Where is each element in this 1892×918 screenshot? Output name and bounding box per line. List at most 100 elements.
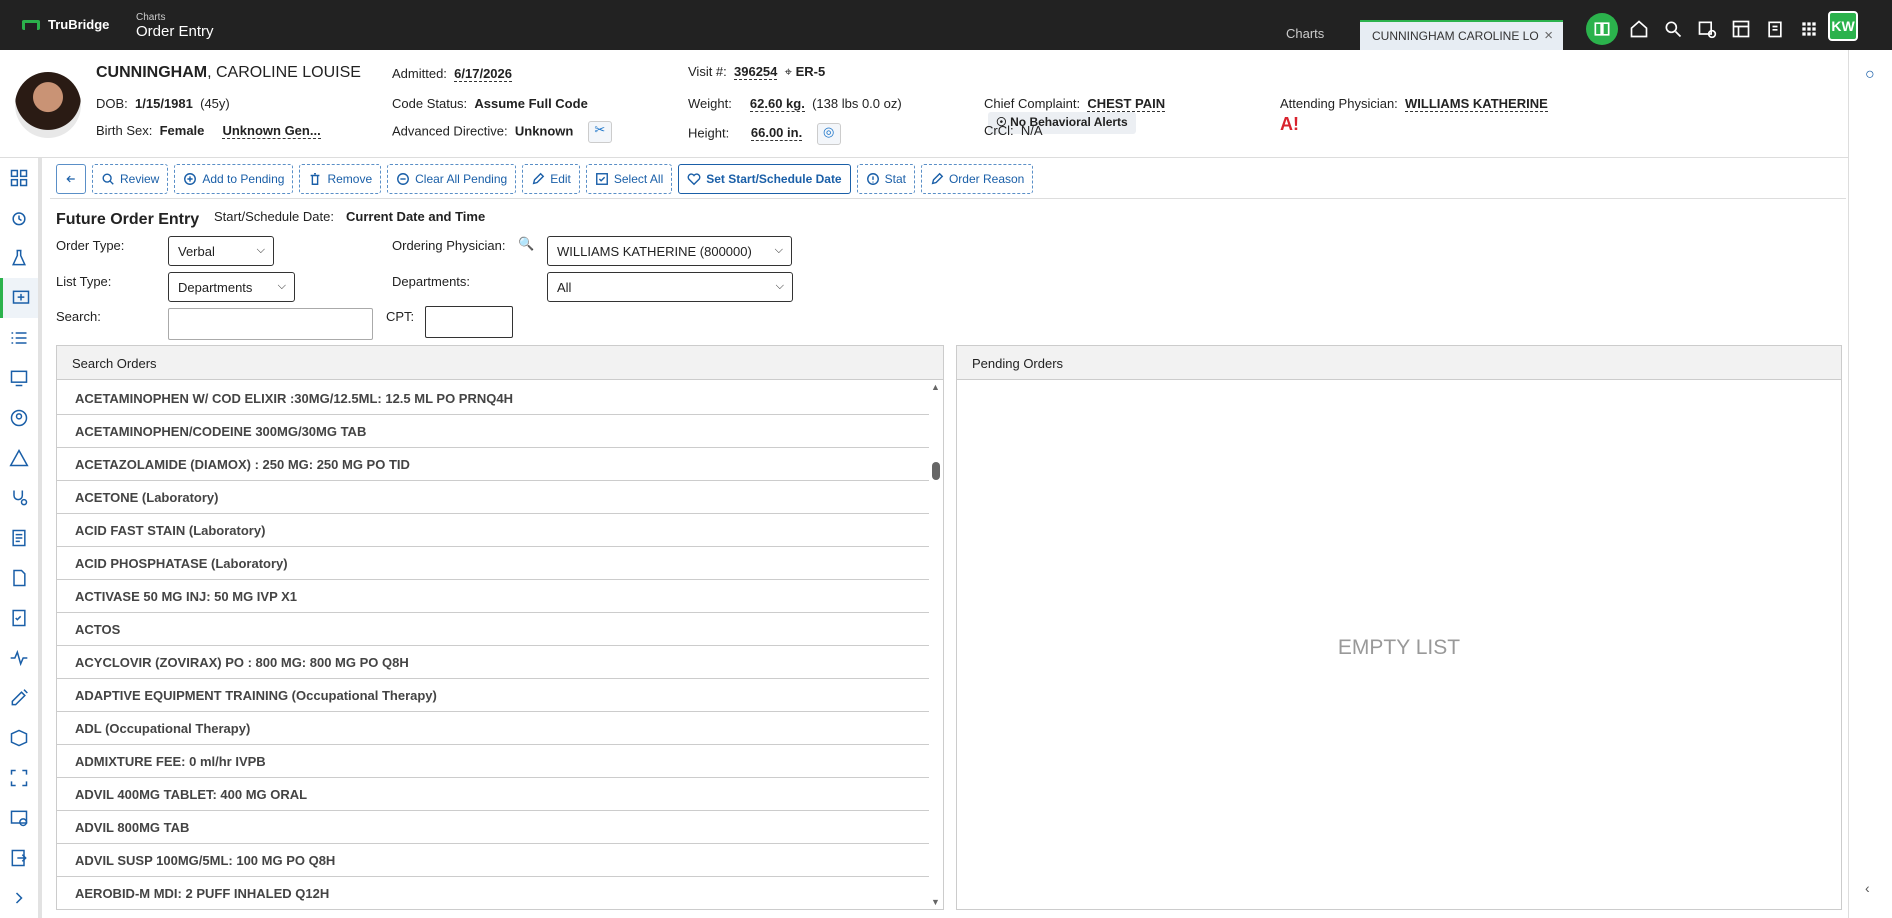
nav-syringe-icon[interactable] xyxy=(0,678,38,718)
list-type-select[interactable]: Departments ⌵ xyxy=(168,272,295,302)
order-row[interactable]: ACID PHOSPHATASE (Laboratory) xyxy=(57,547,929,580)
height-value[interactable]: 66.00 in. xyxy=(750,125,803,142)
help-board-icon[interactable] xyxy=(1694,16,1720,42)
scroll-down-icon[interactable]: ▼ xyxy=(931,897,940,907)
complaint-value[interactable]: CHEST PAIN xyxy=(1087,96,1166,112)
patient-first-names: , CAROLINE LOUISE xyxy=(207,64,361,81)
patient-banner: CUNNINGHAM, CAROLINE LOUISE DOB: 1/15/19… xyxy=(0,50,1848,158)
select-all-button[interactable]: Select All xyxy=(585,163,673,194)
nav-scan-icon[interactable] xyxy=(0,758,38,798)
nav-schedule-icon[interactable] xyxy=(0,798,38,838)
nav-expand-icon[interactable] xyxy=(0,878,38,918)
visit-number[interactable]: 396254 xyxy=(734,64,778,80)
review-label: Review xyxy=(120,171,160,186)
search-orders-scrollbar[interactable]: ▲ ▼ xyxy=(929,380,943,909)
chief-complaint-field: Chief Complaint: CHEST PAIN xyxy=(984,96,1166,112)
order-row[interactable]: AEROBID-M MDI: 2 PUFF INHALED Q12H xyxy=(57,877,929,909)
order-row[interactable]: ACETAMINOPHEN/CODEINE 300MG/30MG TAB xyxy=(57,415,929,448)
allergy-warning-icon[interactable]: A! xyxy=(1280,114,1299,135)
weight-lbs: (138 lbs 0.0 oz) xyxy=(812,96,902,111)
search-icon[interactable] xyxy=(1660,16,1686,42)
start-date-label: Start/Schedule Date: xyxy=(214,209,334,224)
gender-link[interactable]: Unknown Gen... xyxy=(222,123,321,139)
attending-label: Attending Physician: xyxy=(1280,96,1398,111)
order-row[interactable]: ACETONE (Laboratory) xyxy=(57,481,929,514)
order-row[interactable]: ACETAMINOPHEN W/ COD ELIXIR :30MG/12.5ML… xyxy=(57,382,929,415)
scroll-thumb[interactable] xyxy=(932,462,940,480)
chat-icon[interactable]: ○ xyxy=(1865,66,1875,84)
order-row[interactable]: ACYCLOVIR (ZOVIRAX) PO : 800 MG: 800 MG … xyxy=(57,646,929,679)
book-icon[interactable] xyxy=(1586,13,1618,45)
nav-dashboard-icon[interactable] xyxy=(0,158,38,198)
remove-label: Remove xyxy=(327,171,373,186)
nav-warning-icon[interactable] xyxy=(0,438,38,478)
tab-patient-chart[interactable]: CUNNINGHAM CAROLINE LO × xyxy=(1360,20,1563,50)
patient-last-name: CUNNINGHAM xyxy=(96,64,208,81)
order-row[interactable]: ADVIL 400MG TABLET: 400 MG ORAL xyxy=(57,778,929,811)
pending-orders-header: Pending Orders xyxy=(957,346,1841,380)
order-type-label: Order Type: xyxy=(56,238,125,253)
close-icon[interactable]: × xyxy=(1544,27,1553,44)
nav-list-icon[interactable] xyxy=(0,318,38,358)
brand-logo[interactable]: TruBridge xyxy=(22,17,109,32)
admitted-value[interactable]: 6/17/2026 xyxy=(454,66,512,82)
pencil-icon xyxy=(931,172,944,184)
visit-label: Visit #: xyxy=(688,64,727,79)
order-reason-button[interactable]: Order Reason xyxy=(920,163,1034,194)
attending-value[interactable]: WILLIAMS KATHERINE xyxy=(1405,96,1548,112)
back-button[interactable] xyxy=(56,163,86,194)
set-start-schedule-date-button[interactable]: Set Start/Schedule Date xyxy=(678,163,851,194)
home-icon[interactable] xyxy=(1626,16,1652,42)
order-row[interactable]: ADVIL 800MG TAB xyxy=(57,811,929,844)
right-rail: ○ ‹ xyxy=(1848,50,1892,918)
clipboard-icon[interactable] xyxy=(1762,16,1788,42)
review-button[interactable]: Review xyxy=(92,163,169,194)
nav-monitor-icon[interactable] xyxy=(0,358,38,398)
search-input[interactable] xyxy=(168,308,373,340)
nav-document-icon[interactable] xyxy=(0,518,38,558)
nav-vitals-icon[interactable] xyxy=(0,638,38,678)
add-to-pending-button[interactable]: Add to Pending xyxy=(174,163,294,194)
weight-value[interactable]: 62.60 kg. xyxy=(749,96,805,112)
breadcrumb-parent[interactable]: Charts xyxy=(136,12,165,23)
order-row[interactable]: ADAPTIVE EQUIPMENT TRAINING (Occupationa… xyxy=(57,679,929,712)
nav-order-entry-icon[interactable] xyxy=(0,278,38,318)
clear-all-pending-button[interactable]: Clear All Pending xyxy=(387,163,517,194)
nav-package-icon[interactable] xyxy=(0,718,38,758)
edit-button[interactable]: Edit xyxy=(522,163,580,194)
nav-stethoscope-icon[interactable] xyxy=(0,478,38,518)
nav-checklist-icon[interactable] xyxy=(0,598,38,638)
dashboard-icon[interactable] xyxy=(1728,16,1754,42)
tab-charts[interactable]: Charts xyxy=(1286,26,1324,41)
cpt-input[interactable] xyxy=(425,306,513,338)
order-row[interactable]: ACID FAST STAIN (Laboratory) xyxy=(57,514,929,547)
order-row[interactable]: ADMIXTURE FEE: 0 ml/hr IVPB xyxy=(57,745,929,778)
collapse-right-icon[interactable]: ‹ xyxy=(1865,880,1870,896)
remove-button[interactable]: Remove xyxy=(299,163,382,194)
order-row[interactable]: ACTOS xyxy=(57,613,929,646)
order-row[interactable]: ADVIL SUSP 100MG/5ML: 100 MG PO Q8H xyxy=(57,844,929,877)
paperclip-icon[interactable]: ✂ xyxy=(587,121,612,143)
ordering-physician-label: Ordering Physician: xyxy=(392,238,506,253)
apps-grid-icon[interactable] xyxy=(1796,16,1822,42)
crcl-label: CrCl: xyxy=(984,123,1014,138)
nav-alarm-icon[interactable] xyxy=(0,198,38,238)
order-row[interactable]: ACETAZOLAMIDE (DIAMOX) : 250 MG: 250 MG … xyxy=(57,448,929,481)
nav-file-icon[interactable] xyxy=(0,558,38,598)
brand-name: TruBridge xyxy=(48,17,110,32)
birth-sex-label: Birth Sex: xyxy=(96,123,153,138)
order-row[interactable]: ACTIVASE 50 MG INJ: 50 MG IVP X1 xyxy=(57,580,929,613)
ordering-physician-select[interactable]: WILLIAMS KATHERINE (800000) ⌵ xyxy=(547,236,792,266)
weight-label: Weight: xyxy=(688,96,732,111)
nav-export-icon[interactable] xyxy=(0,838,38,878)
physician-search-icon[interactable]: 🔍 xyxy=(518,236,534,252)
departments-select[interactable]: All ⌵ xyxy=(547,272,793,302)
nav-person-icon[interactable] xyxy=(0,398,38,438)
order-type-select[interactable]: Verbal ⌵ xyxy=(168,236,274,266)
stat-button[interactable]: Stat xyxy=(856,163,915,194)
measure-icon[interactable]: ◎ xyxy=(816,123,841,145)
user-avatar[interactable]: KW xyxy=(1828,11,1858,41)
nav-lab-flask-icon[interactable] xyxy=(0,238,38,278)
scroll-up-icon[interactable]: ▲ xyxy=(931,382,940,392)
order-row[interactable]: ADL (Occupational Therapy) xyxy=(57,712,929,745)
